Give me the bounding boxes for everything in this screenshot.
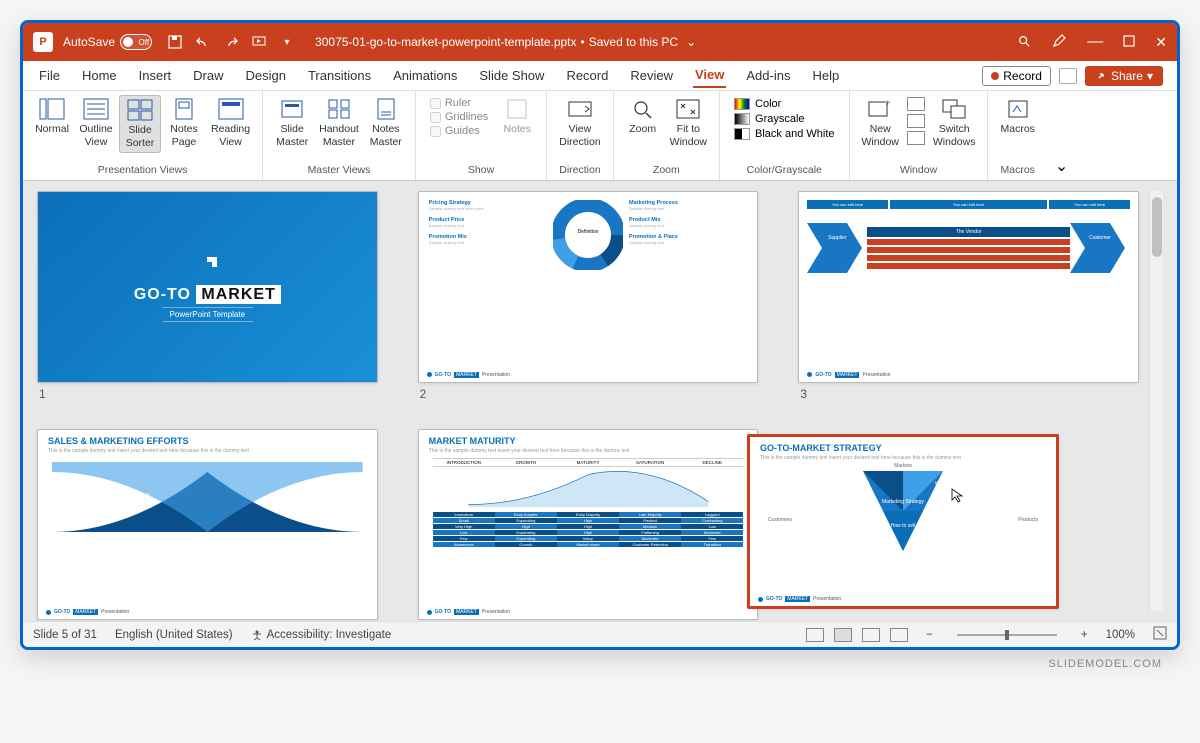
vertical-scrollbar[interactable] [1149, 191, 1163, 611]
group-presentation-views: Normal Outline View Slide Sorter Notes P… [23, 91, 263, 180]
color-option[interactable]: Color [730, 97, 838, 111]
group-color-grayscale: Color Grayscale Black and White Color/Gr… [720, 91, 849, 180]
toggle-switch[interactable]: Off [120, 34, 152, 50]
fit-to-window-icon[interactable] [1153, 626, 1167, 643]
slideshow-view-icon[interactable] [890, 628, 908, 642]
group-direction: View Direction Direction [547, 91, 613, 180]
macros-button[interactable]: Macros [996, 95, 1038, 139]
slide-count[interactable]: Slide 5 of 31 [33, 629, 97, 641]
app-window: P AutoSave Off ▾ 30075-01-go-to-market-p… [20, 20, 1180, 650]
slide-thumb-6[interactable]: MARKET MATURITY This is the sample dummy… [418, 429, 759, 621]
pen-icon[interactable] [1051, 33, 1067, 52]
new-window-button[interactable]: +New Window [858, 95, 903, 151]
zoom-slider[interactable] [957, 634, 1057, 636]
autosave-toggle[interactable]: AutoSave Off [63, 34, 152, 50]
move-split-icon[interactable] [907, 131, 925, 145]
window-arrange-icons [905, 95, 927, 151]
group-zoom: Zoom Fit to Window Zoom [614, 91, 720, 180]
tab-slideshow[interactable]: Slide Show [477, 64, 546, 87]
tab-insert[interactable]: Insert [137, 64, 174, 87]
view-direction-button[interactable]: View Direction [555, 95, 604, 151]
chevron-down-icon: ▾ [1147, 69, 1153, 83]
ruler-checkbox[interactable]: Ruler [430, 97, 488, 109]
reading-view-icon[interactable] [862, 628, 880, 642]
tab-file[interactable]: File [37, 64, 62, 87]
fit-to-window-button[interactable]: Fit to Window [666, 95, 711, 151]
group-show: Ruler Gridlines Guides Notes Show [416, 91, 547, 180]
zoom-level[interactable]: 100% [1106, 629, 1135, 641]
qat-dropdown-icon[interactable]: ▾ [279, 34, 295, 50]
zoom-button[interactable]: Zoom [622, 95, 664, 151]
powerpoint-icon: P [33, 32, 53, 52]
bw-option[interactable]: Black and White [730, 127, 838, 141]
autosave-label: AutoSave [63, 35, 115, 49]
tab-help[interactable]: Help [810, 64, 841, 87]
handout-master-button[interactable]: Handout Master [315, 95, 363, 151]
tab-view[interactable]: View [693, 63, 726, 88]
tab-draw[interactable]: Draw [191, 64, 225, 87]
save-icon[interactable] [167, 34, 183, 50]
ribbon-tabs: File Home Insert Draw Design Transitions… [23, 61, 1177, 91]
quick-access-toolbar: ▾ [167, 34, 295, 50]
slide-sorter-view-icon[interactable] [834, 628, 852, 642]
search-icon[interactable] [1017, 34, 1031, 51]
gridlines-checkbox[interactable]: Gridlines [430, 111, 488, 123]
slide-thumb-3[interactable]: You can edit here You can edit here You … [798, 191, 1139, 401]
svg-text:+: + [885, 98, 891, 109]
tab-addins[interactable]: Add-ins [744, 64, 792, 87]
zoom-in-button[interactable]: + [1081, 629, 1088, 641]
slide-thumb-4[interactable]: SALES & MARKETING EFFORTS This is the sa… [37, 429, 378, 621]
view-mode-icons [806, 628, 908, 642]
show-checklist: Ruler Gridlines Guides [424, 95, 494, 139]
tab-transitions[interactable]: Transitions [306, 64, 373, 87]
slide-sorter-area: GO-TO MARKET PowerPoint Template 1 Prici… [23, 181, 1177, 621]
zoom-out-button[interactable]: − [926, 629, 933, 641]
watermark: SLIDEMODEL.COM [20, 650, 1180, 670]
close-button[interactable]: ✕ [1155, 34, 1167, 51]
grayscale-option[interactable]: Grayscale [730, 112, 838, 126]
maximize-button[interactable] [1123, 35, 1135, 50]
tab-home[interactable]: Home [80, 64, 119, 87]
notes-master-button[interactable]: Notes Master [365, 95, 407, 151]
document-title[interactable]: 30075-01-go-to-market-powerpoint-templat… [315, 35, 696, 49]
normal-view-icon[interactable] [806, 628, 824, 642]
slide-thumb-2[interactable]: Pricing StrategySample dummy text insert… [418, 191, 759, 401]
accessibility-status[interactable]: Accessibility: Investigate [251, 629, 392, 641]
switch-windows-button[interactable]: Switch Windows [929, 95, 980, 151]
collapse-ribbon-icon[interactable]: ⌄ [1047, 91, 1076, 180]
group-window: +New Window Switch Windows Window [850, 91, 989, 180]
start-slideshow-icon[interactable] [251, 34, 267, 50]
slide-thumb-1[interactable]: GO-TO MARKET PowerPoint Template 1 [37, 191, 378, 401]
minimize-button[interactable]: — [1087, 33, 1103, 51]
reading-view-button[interactable]: Reading View [207, 95, 254, 153]
normal-view-button[interactable]: Normal [31, 95, 73, 153]
share-button[interactable]: Share ▾ [1085, 66, 1163, 86]
tab-animations[interactable]: Animations [391, 64, 459, 87]
group-macros: Macros Macros [988, 91, 1046, 180]
arrange-all-icon[interactable] [907, 97, 925, 111]
guides-checkbox[interactable]: Guides [430, 125, 488, 137]
language-status[interactable]: English (United States) [115, 629, 233, 641]
undo-icon[interactable] [195, 34, 211, 50]
group-master-views: Slide Master Handout Master Notes Master… [263, 91, 416, 180]
redo-icon[interactable] [223, 34, 239, 50]
window-controls: — ✕ [1017, 33, 1167, 52]
notes-page-button[interactable]: Notes Page [163, 95, 205, 153]
tab-design[interactable]: Design [244, 64, 288, 87]
status-bar: Slide 5 of 31 English (United States) Ac… [23, 621, 1177, 647]
tab-record[interactable]: Record [564, 64, 610, 87]
ribbon-view: Normal Outline View Slide Sorter Notes P… [23, 91, 1177, 181]
chevron-down-icon[interactable]: ⌄ [686, 35, 696, 49]
cascade-icon[interactable] [907, 114, 925, 128]
cursor-icon [950, 487, 966, 503]
slide-thumb-5[interactable]: GO-TO-MARKET STRATEGY This is the sample… [747, 434, 1059, 610]
tab-review[interactable]: Review [628, 64, 675, 87]
record-button[interactable]: Record [982, 66, 1051, 86]
outline-view-button[interactable]: Outline View [75, 95, 117, 153]
notes-button[interactable]: Notes [496, 95, 538, 139]
slide-master-button[interactable]: Slide Master [271, 95, 313, 151]
comments-icon[interactable] [1059, 68, 1077, 84]
slide-sorter-button[interactable]: Slide Sorter [119, 95, 161, 153]
title-bar: P AutoSave Off ▾ 30075-01-go-to-market-p… [23, 23, 1177, 61]
